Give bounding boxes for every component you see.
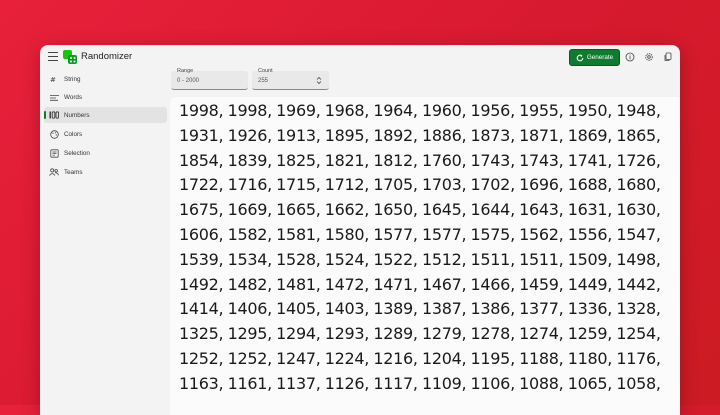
palette-icon [48,129,60,139]
sidebar-item-label: Words [64,93,83,101]
copy-icon[interactable] [663,52,673,62]
results-panel: 1998, 1998, 1969, 1968, 1964, 1960, 1956… [170,97,680,415]
range-input[interactable]: 0 - 2000 [177,78,199,84]
active-indicator [44,111,46,119]
sidebar-item-label: Teams [64,168,83,176]
sidebar-item-label: String [64,75,81,83]
app-logo-icon [63,50,77,64]
sidebar-item-teams[interactable]: Teams [44,164,167,180]
sidebar-item-numbers[interactable]: Numbers [44,107,167,123]
info-icon[interactable] [625,52,635,62]
string-icon: # [48,74,60,84]
sidebar-item-label: Numbers [64,111,90,119]
results-text[interactable]: 1998, 1998, 1969, 1968, 1964, 1960, 1956… [179,99,677,397]
sidebar-item-string[interactable]: # String [44,71,167,87]
svg-text:#: # [50,76,56,83]
generate-label: Generate [586,54,614,61]
count-input[interactable]: 255 [258,78,268,84]
generate-button[interactable]: Generate [569,49,620,66]
numbers-icon [48,110,60,120]
count-label: Count [258,68,273,74]
teams-icon [48,167,60,177]
refresh-icon [576,53,584,61]
selection-icon [48,148,60,158]
range-label: Range [177,68,194,74]
spinner-icon[interactable] [316,76,322,85]
settings-icon[interactable] [644,52,654,62]
sidebar-item-words[interactable]: Words [44,89,167,105]
menu-icon[interactable] [48,52,58,61]
sidebar-item-label: Selection [64,149,90,157]
sidebar-item-colors[interactable]: Colors [44,126,167,142]
title-bar: Randomizer Generate [40,45,680,71]
sidebar-item-selection[interactable]: Selection [44,145,167,161]
range-field[interactable]: Range 0 - 2000 [171,68,248,90]
app-title: Randomizer [81,51,133,62]
app-window: Randomizer Generate # String Words Numbe… [40,45,680,415]
sidebar-item-label: Colors [64,130,83,138]
words-icon [48,92,60,102]
count-field[interactable]: Count 255 [252,68,329,90]
